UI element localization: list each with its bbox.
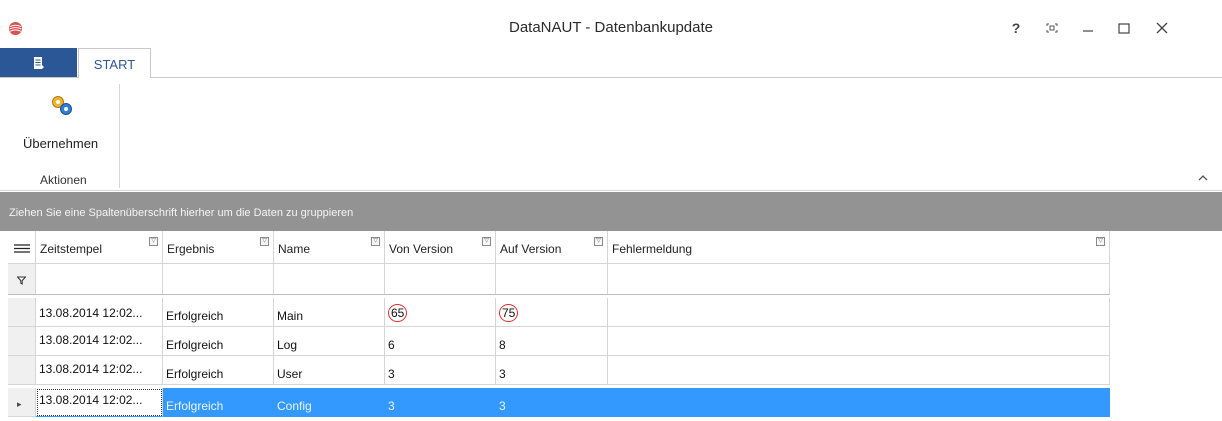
minimize-icon: [1083, 30, 1093, 32]
column-filter-icon[interactable]: ▽: [482, 237, 491, 246]
group-by-panel[interactable]: Ziehen Sie eine Spaltenüberschrift hierh…: [0, 192, 1222, 231]
cell-name[interactable]: Main: [274, 298, 385, 327]
cell-to-version[interactable]: 3: [496, 356, 608, 385]
row-indicator[interactable]: [8, 298, 36, 327]
column-filter-icon[interactable]: ▽: [371, 237, 380, 246]
cell-error-message[interactable]: [608, 298, 1110, 327]
row-indicator[interactable]: [8, 327, 36, 356]
cell-from-version[interactable]: 3: [385, 356, 496, 385]
fullscreen-icon: [1046, 23, 1058, 33]
filter-input-timestamp[interactable]: [36, 264, 163, 295]
column-filter-icon[interactable]: ▽: [594, 237, 603, 246]
cell-from-version[interactable]: 65: [385, 298, 496, 327]
column-header-to-version[interactable]: Auf Version ▽: [496, 231, 608, 264]
chevron-up-icon: [1198, 175, 1208, 181]
column-chooser-icon: [14, 244, 30, 253]
column-filter-icon[interactable]: ▽: [149, 237, 158, 246]
data-grid: Zeitstempel ▽ Ergebnis ▽ Name ▽ Von Vers…: [0, 231, 1222, 421]
column-header-from-version[interactable]: Von Version ▽: [385, 231, 496, 264]
cell-result[interactable]: Erfolgreich: [163, 298, 274, 327]
collapse-ribbon-button[interactable]: [1198, 172, 1208, 184]
ribbon-tab-row: START: [0, 48, 1222, 79]
tab-start[interactable]: START: [78, 48, 151, 79]
column-header-label: Zeitstempel: [40, 242, 103, 256]
column-header-timestamp[interactable]: Zeitstempel ▽: [36, 231, 163, 264]
column-header-label: Name: [278, 242, 311, 256]
column-header-error-message[interactable]: Fehlermeldung ▽: [608, 231, 1110, 264]
help-button[interactable]: ?: [998, 14, 1034, 42]
gears-icon: [52, 96, 72, 115]
cell-result[interactable]: Erfolgreich: [163, 388, 274, 417]
cell-name[interactable]: Log: [274, 327, 385, 356]
cell-from-version[interactable]: 6: [385, 327, 496, 356]
filter-input-error-message[interactable]: [608, 264, 1110, 295]
column-header-name[interactable]: Name ▽: [274, 231, 385, 264]
cell-error-message[interactable]: [608, 388, 1110, 417]
highlight-circle: 65: [388, 304, 408, 322]
cell-timestamp[interactable]: 13.08.2014 12:02...: [36, 327, 163, 356]
title-bar: DataNAUT - Datenbankupdate ?: [0, 0, 1222, 48]
column-header-result[interactable]: Ergebnis ▽: [163, 231, 274, 264]
cell-to-version[interactable]: 75: [496, 298, 608, 327]
cell-result[interactable]: Erfolgreich: [163, 327, 274, 356]
apply-button-label: Übernehmen: [23, 136, 99, 151]
cell-timestamp[interactable]: 13.08.2014 12:02...: [36, 356, 163, 385]
column-header-label: Von Version: [389, 242, 454, 256]
filter-input-to-version[interactable]: [496, 264, 608, 295]
apply-button[interactable]: Übernehmen: [14, 82, 114, 154]
close-button[interactable]: [1144, 14, 1180, 42]
cell-error-message[interactable]: [608, 327, 1110, 356]
filter-input-from-version[interactable]: [385, 264, 496, 295]
column-filter-icon[interactable]: ▽: [260, 237, 269, 246]
document-icon: [33, 56, 44, 69]
filter-input-result[interactable]: [163, 264, 274, 295]
cell-from-version[interactable]: 3: [385, 388, 496, 417]
highlight-circle: 75: [499, 304, 519, 322]
filter-row-indicator: [8, 264, 36, 295]
ribbon-group-divider: [119, 84, 120, 188]
close-icon: [1156, 22, 1168, 34]
maximize-button[interactable]: [1106, 14, 1142, 42]
minimize-button[interactable]: [1070, 14, 1106, 42]
cell-name[interactable]: Config: [274, 388, 385, 417]
column-header-label: Fehlermeldung: [612, 242, 693, 256]
cell-name[interactable]: User: [274, 356, 385, 385]
cell-error-message[interactable]: [608, 356, 1110, 385]
filter-input-name[interactable]: [274, 264, 385, 295]
column-chooser-button[interactable]: [8, 231, 36, 264]
ribbon-panel: Übernehmen Aktionen: [0, 78, 1222, 191]
cell-timestamp[interactable]: 13.08.2014 12:02...: [36, 388, 163, 417]
column-filter-icon[interactable]: ▽: [1096, 237, 1105, 246]
cell-to-version[interactable]: 8: [496, 327, 608, 356]
maximize-icon: [1118, 22, 1130, 34]
row-indicator[interactable]: [8, 356, 36, 385]
column-header-label: Ergebnis: [167, 242, 215, 256]
file-menu-tab[interactable]: [0, 48, 77, 77]
cell-timestamp[interactable]: 13.08.2014 12:02...: [36, 298, 163, 327]
cell-result[interactable]: Erfolgreich: [163, 356, 274, 385]
current-row-indicator[interactable]: ▸: [8, 388, 36, 417]
filter-icon: [17, 276, 26, 285]
ribbon-group-label: Aktionen: [40, 173, 87, 187]
column-header-label: Auf Version: [500, 242, 562, 256]
cell-to-version[interactable]: 3: [496, 388, 608, 417]
fullscreen-button[interactable]: [1034, 14, 1070, 42]
